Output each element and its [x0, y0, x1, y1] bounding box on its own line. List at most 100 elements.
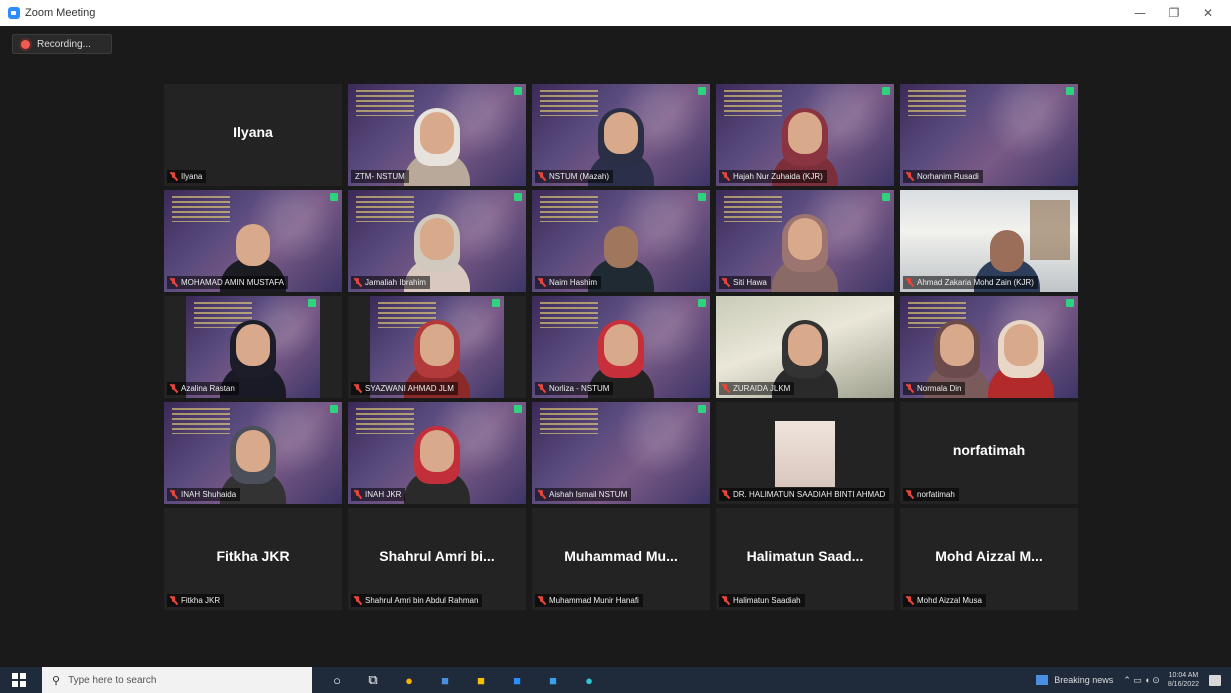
logo-icon — [330, 405, 338, 413]
participant-display-name: Ilyana — [233, 124, 273, 140]
mic-muted-icon — [538, 490, 545, 499]
participant-name-tag: Hajah Nur Zuhaida (KJR) — [719, 170, 827, 183]
window-title-bar: Zoom Meeting — ❐ ✕ — [0, 0, 1231, 26]
participant-tile[interactable]: Normala Din — [900, 296, 1078, 398]
mic-muted-icon — [906, 278, 913, 287]
recording-indicator[interactable]: Recording... — [12, 34, 112, 54]
meeting-view: Recording... Ilyana Ilyana ZTM- NSTUM NS… — [0, 26, 1231, 667]
edge-icon[interactable]: ■ — [434, 669, 456, 691]
participant-name-tag: DR. HALIMATUN SAADIAH BINTI AHMAD — [719, 488, 889, 501]
windows-taskbar: ⚲ Type here to search ○ ⧉ ● ■ ■ ■ ■ ● Br… — [0, 667, 1231, 693]
mic-muted-icon — [722, 596, 729, 605]
taskbar-search-input[interactable]: ⚲ Type here to search — [42, 667, 312, 693]
participant-name-tag: Mohd Aizzal Musa — [903, 594, 986, 607]
word-icon[interactable]: ■ — [542, 669, 564, 691]
participant-display-name: Muhammad Mu... — [564, 548, 678, 564]
zoom-taskbar-icon[interactable]: ■ — [506, 669, 528, 691]
mic-muted-icon — [538, 278, 545, 287]
file-explorer-icon[interactable]: ■ — [470, 669, 492, 691]
participant-tile[interactable]: INAH JKR — [348, 402, 526, 504]
participant-video — [402, 106, 472, 186]
chrome-icon[interactable]: ● — [398, 669, 420, 691]
participant-tile[interactable]: INAH Shuhaida — [164, 402, 342, 504]
notifications-icon[interactable] — [1209, 674, 1221, 686]
participant-name-tag: Ilyana — [167, 170, 207, 183]
participant-tile[interactable]: Siti Hawa — [716, 190, 894, 292]
participant-display-name: norfatimah — [952, 442, 1026, 458]
clock-time: 10:04 AM — [1168, 672, 1199, 679]
mic-muted-icon — [354, 596, 361, 605]
participant-name-tag: Norliza - NSTUM — [535, 382, 614, 395]
participant-tile[interactable]: Fitkha JKR Fitkha JKR — [164, 508, 342, 610]
mic-muted-icon — [722, 278, 729, 287]
participant-tile[interactable]: Naim Hashim — [532, 190, 710, 292]
participant-name-tag: Ahmad Zakaria Mohd Zain (KJR) — [903, 276, 1038, 289]
mic-muted-icon — [538, 384, 545, 393]
participant-name-tag: norfatimah — [903, 488, 959, 501]
close-button[interactable]: ✕ — [1191, 6, 1225, 20]
logo-icon — [698, 299, 706, 307]
mic-muted-icon — [538, 172, 545, 181]
gallery-grid: Ilyana Ilyana ZTM- NSTUM NSTUM (Mazah) H… — [164, 84, 1078, 610]
logo-icon — [492, 299, 500, 307]
participant-tile-active-speaker[interactable]: ZTM- NSTUM — [348, 84, 526, 186]
search-icon: ⚲ — [52, 674, 61, 687]
windows-start-icon[interactable] — [12, 673, 26, 687]
participant-video — [770, 212, 840, 292]
participant-tile[interactable]: Azalina Rastan — [164, 296, 342, 398]
participant-tile[interactable]: Ahmad Zakaria Mohd Zain (KJR) — [900, 190, 1078, 292]
participant-tile[interactable]: MOHAMAD AMIN MUSTAFA — [164, 190, 342, 292]
participant-name-tag: SYAZWANI AHMAD JLM — [351, 382, 458, 395]
logo-icon — [514, 87, 522, 95]
news-widget[interactable]: Breaking news — [1036, 675, 1113, 685]
participant-tile[interactable]: Mohd Aizzal M... Mohd Aizzal Musa — [900, 508, 1078, 610]
participant-tile[interactable]: Shahrul Amri bi... Shahrul Amri bin Abdu… — [348, 508, 526, 610]
participant-name-tag: Aishah Ismail NSTUM — [535, 488, 632, 501]
participant-profile-picture — [775, 421, 835, 487]
participant-tile[interactable]: Ilyana Ilyana — [164, 84, 342, 186]
minimize-button[interactable]: — — [1123, 6, 1157, 20]
participant-display-name: Halimatun Saad... — [746, 548, 864, 564]
participant-name-tag: Shahrul Amri bin Abdul Rahman — [351, 594, 483, 607]
mic-muted-icon — [906, 596, 913, 605]
recording-label: Recording... — [37, 38, 91, 50]
participant-tile[interactable]: NSTUM (Mazah) — [532, 84, 710, 186]
mic-muted-icon — [354, 384, 361, 393]
logo-icon — [698, 193, 706, 201]
participant-tile[interactable]: Aishah Ismail NSTUM — [532, 402, 710, 504]
mic-muted-icon — [722, 172, 729, 181]
participant-video-second-person — [986, 318, 1056, 398]
tray-icons[interactable]: ⌃ ▭ ◖ ⊙ — [1123, 675, 1160, 686]
participant-tile[interactable]: Halimatun Saad... Halimatun Saadiah — [716, 508, 894, 610]
participant-tile[interactable]: ZURAIDA JLKM — [716, 296, 894, 398]
mic-muted-icon — [170, 278, 177, 287]
participant-tile[interactable]: SYAZWANI AHMAD JLM — [348, 296, 526, 398]
system-clock[interactable]: 10:04 AM 8/16/2022 — [1168, 671, 1199, 689]
participant-video — [402, 424, 472, 504]
participant-tile[interactable]: Norliza - NSTUM — [532, 296, 710, 398]
search-placeholder: Type here to search — [68, 674, 157, 686]
clock-date: 8/16/2022 — [1167, 681, 1199, 688]
cortana-icon[interactable]: ○ — [326, 669, 348, 691]
participant-tile[interactable]: Jamaliah Ibrahim — [348, 190, 526, 292]
participant-tile[interactable]: Muhammad Mu... Muhammad Munir Hanafi — [532, 508, 710, 610]
participant-tile[interactable]: norfatimah norfatimah — [900, 402, 1078, 504]
participant-tile[interactable]: Norhanim Rusadi — [900, 84, 1078, 186]
participant-name-tag: ZURAIDA JLKM — [719, 382, 795, 395]
restore-button[interactable]: ❐ — [1157, 6, 1191, 20]
participant-name-tag: MOHAMAD AMIN MUSTAFA — [167, 276, 288, 289]
window-title: Zoom Meeting — [25, 7, 96, 19]
participant-display-name: Shahrul Amri bi... — [379, 548, 495, 564]
participant-tile[interactable]: DR. HALIMATUN SAADIAH BINTI AHMAD — [716, 402, 894, 504]
participant-display-name: Mohd Aizzal M... — [935, 548, 1043, 564]
browser-icon[interactable]: ● — [578, 669, 600, 691]
task-view-icon[interactable]: ⧉ — [362, 669, 384, 691]
participant-name-tag: Naim Hashim — [535, 276, 602, 289]
participant-name-tag: INAH JKR — [351, 488, 406, 501]
zoom-app-icon — [8, 7, 20, 19]
participant-tile[interactable]: Hajah Nur Zuhaida (KJR) — [716, 84, 894, 186]
mic-muted-icon — [906, 490, 913, 499]
mic-muted-icon — [170, 490, 177, 499]
participant-name-tag: Azalina Rastan — [167, 382, 239, 395]
logo-icon — [330, 193, 338, 201]
